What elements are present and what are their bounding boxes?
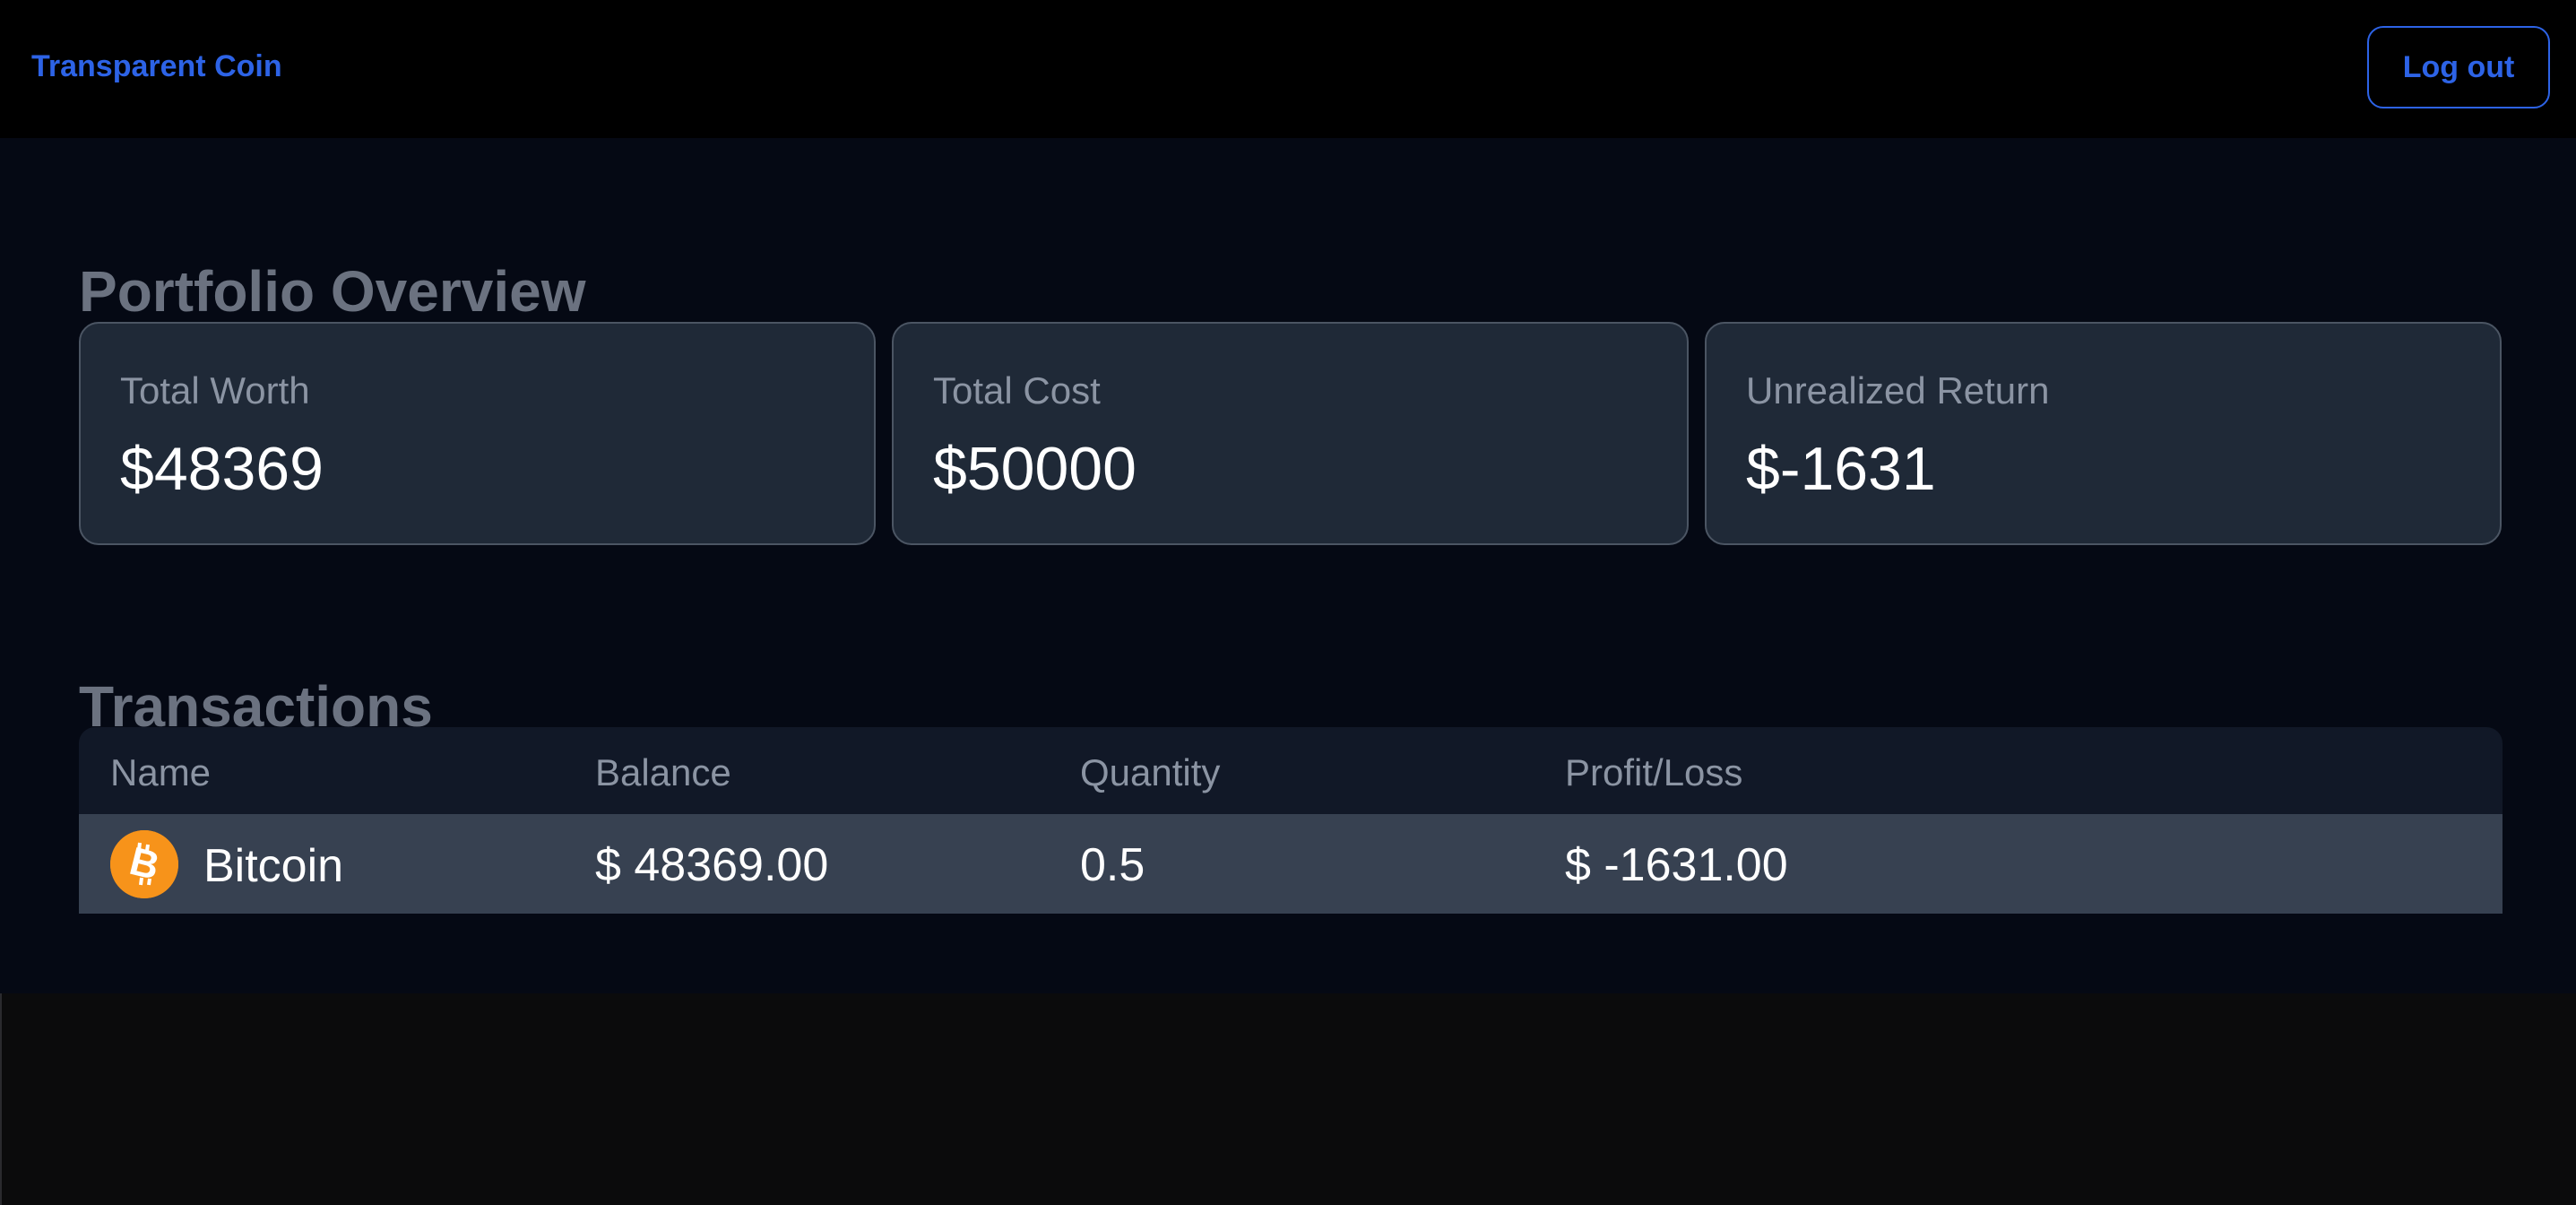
column-header-profit-loss: Profit/Loss bbox=[1565, 751, 1743, 793]
coin-profit-loss: $ -1631.00 bbox=[1565, 839, 1788, 891]
card-label: Total Cost bbox=[933, 369, 1101, 412]
card-label: Total Worth bbox=[120, 369, 310, 412]
logout-button[interactable]: Log out bbox=[2367, 26, 2550, 108]
card-value: $-1631 bbox=[1746, 435, 1936, 503]
transactions-table: Name Balance Quantity Profit/Loss B Bitc… bbox=[79, 727, 2503, 914]
bitcoin-icon: B bbox=[110, 830, 178, 898]
total-worth-card: Total Worth $48369 bbox=[79, 322, 876, 545]
table-row[interactable]: B Bitcoin $ 48369.00 0.5 $ -1631.00 bbox=[79, 814, 2503, 914]
card-value: $50000 bbox=[933, 435, 1137, 503]
coin-quantity: 0.5 bbox=[1080, 839, 1145, 891]
column-header-name: Name bbox=[110, 751, 212, 793]
total-cost-card: Total Cost $50000 bbox=[892, 322, 1689, 545]
column-header-balance: Balance bbox=[595, 751, 731, 793]
column-header-quantity: Quantity bbox=[1080, 751, 1221, 793]
card-value: $48369 bbox=[120, 435, 324, 503]
coin-name: Bitcoin bbox=[203, 840, 344, 892]
unrealized-return-card: Unrealized Return $-1631 bbox=[1705, 322, 2502, 545]
table-header: Name Balance Quantity Profit/Loss bbox=[79, 727, 2503, 814]
portfolio-overview-title: Portfolio Overview bbox=[79, 258, 586, 324]
coin-balance: $ 48369.00 bbox=[595, 839, 829, 891]
card-label: Unrealized Return bbox=[1746, 369, 2050, 412]
brand-logo-link[interactable]: Transparent Coin bbox=[31, 47, 282, 86]
top-navbar: Transparent Coin Log out bbox=[0, 0, 2576, 138]
